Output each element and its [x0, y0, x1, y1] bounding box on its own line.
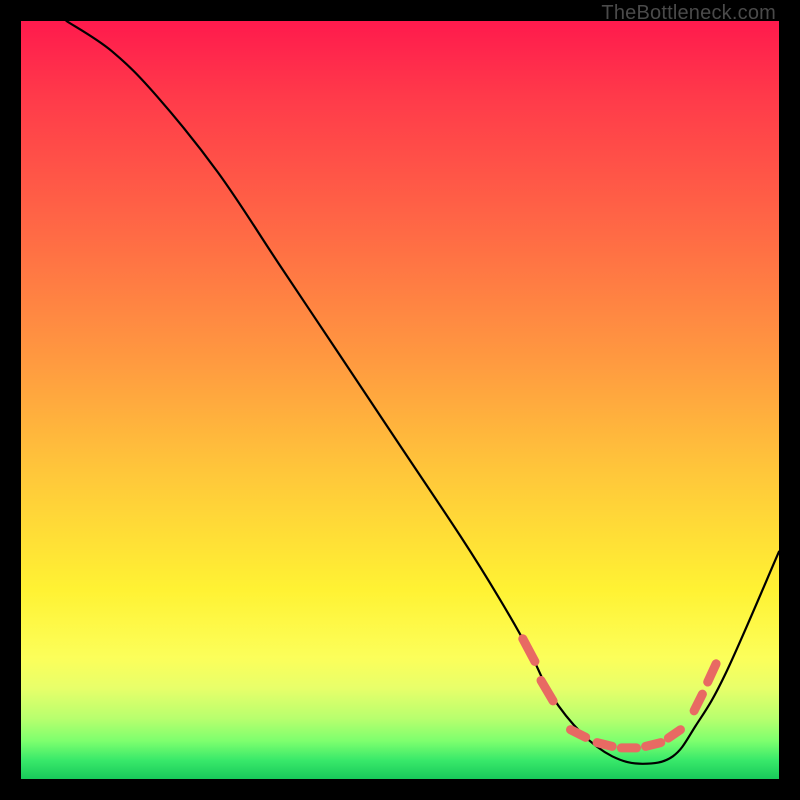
- bottleneck-curve: [67, 21, 780, 764]
- highlight-dash: [523, 639, 535, 662]
- chart-overlay-svg: [21, 21, 779, 779]
- highlight-dash: [694, 694, 702, 711]
- highlight-dash: [541, 681, 553, 701]
- chart-stage: TheBottleneck.com: [0, 0, 800, 800]
- highlight-dash: [668, 730, 680, 738]
- highlight-marker-group: [523, 639, 716, 748]
- highlight-dash: [571, 730, 586, 738]
- watermark-label: TheBottleneck.com: [601, 2, 776, 25]
- highlight-dash: [646, 743, 661, 747]
- highlight-dash: [597, 743, 612, 747]
- highlight-dash: [708, 664, 716, 682]
